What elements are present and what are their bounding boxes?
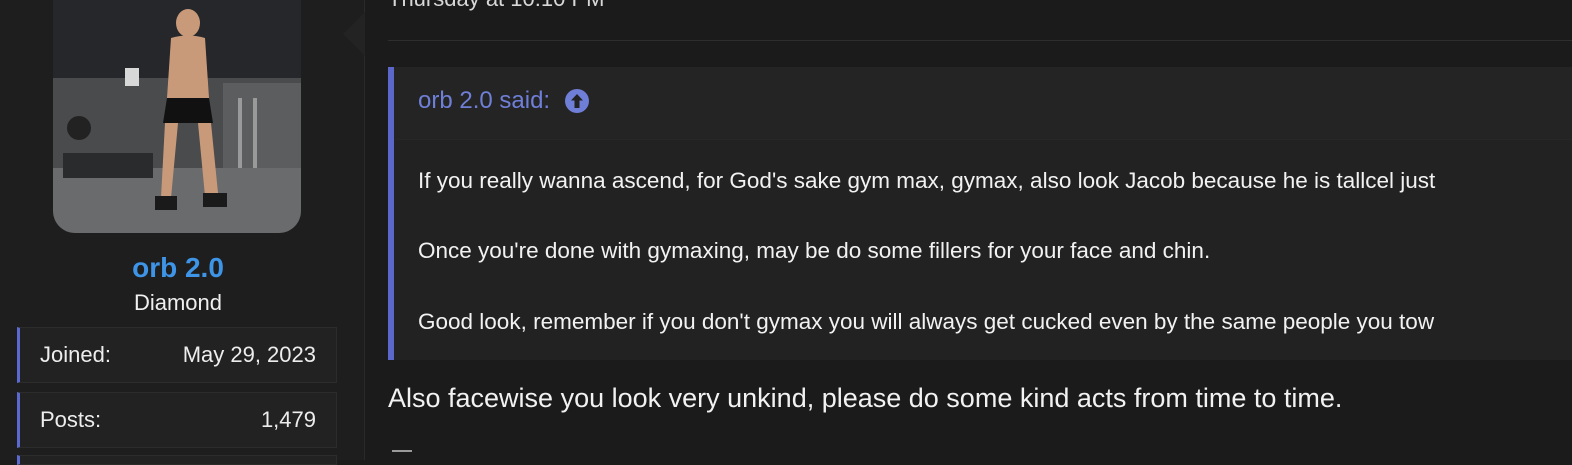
stat-label: Joined: xyxy=(40,342,111,367)
quote-attribution[interactable]: orb 2.0 said: xyxy=(418,87,590,115)
stat-value: 1,479 xyxy=(260,407,316,432)
blockquote: orb 2.0 said: If you really wanna ascend… xyxy=(388,67,1572,360)
reaction-icon[interactable] xyxy=(392,450,412,464)
sidebar-arrow xyxy=(343,12,365,56)
divider xyxy=(388,40,1572,41)
post-body: Also facewise you look very unkind, plea… xyxy=(388,383,1343,413)
stat-label: Posts: xyxy=(40,407,102,432)
username[interactable]: orb 2.0 xyxy=(0,252,356,284)
post-content: Thursday at 10:10 PM orb 2.0 said: If yo… xyxy=(364,0,1572,460)
post-date[interactable]: Thursday at 10:10 PM xyxy=(388,0,604,12)
stat-row xyxy=(17,455,337,465)
avatar[interactable] xyxy=(53,0,301,233)
stat-value: May 29, 2023 xyxy=(182,342,316,367)
stat-joined: Joined: May 29, 2023 xyxy=(17,327,337,383)
quote-author[interactable]: orb 2.0 said: xyxy=(418,87,550,115)
user-sidebar: orb 2.0 Diamond Joined: May 29, 2023 Pos… xyxy=(0,0,365,465)
quote-line: If you really wanna ascend, for God's sa… xyxy=(418,168,1436,193)
quote-line: Good look, remember if you don't gymax y… xyxy=(418,309,1435,334)
user-title: Diamond xyxy=(133,290,223,315)
quote-line: Once you're done with gymaxing, may be d… xyxy=(418,238,1211,263)
stat-posts: Posts: 1,479 xyxy=(17,392,337,448)
arrow-up-circle-icon[interactable] xyxy=(564,88,590,114)
